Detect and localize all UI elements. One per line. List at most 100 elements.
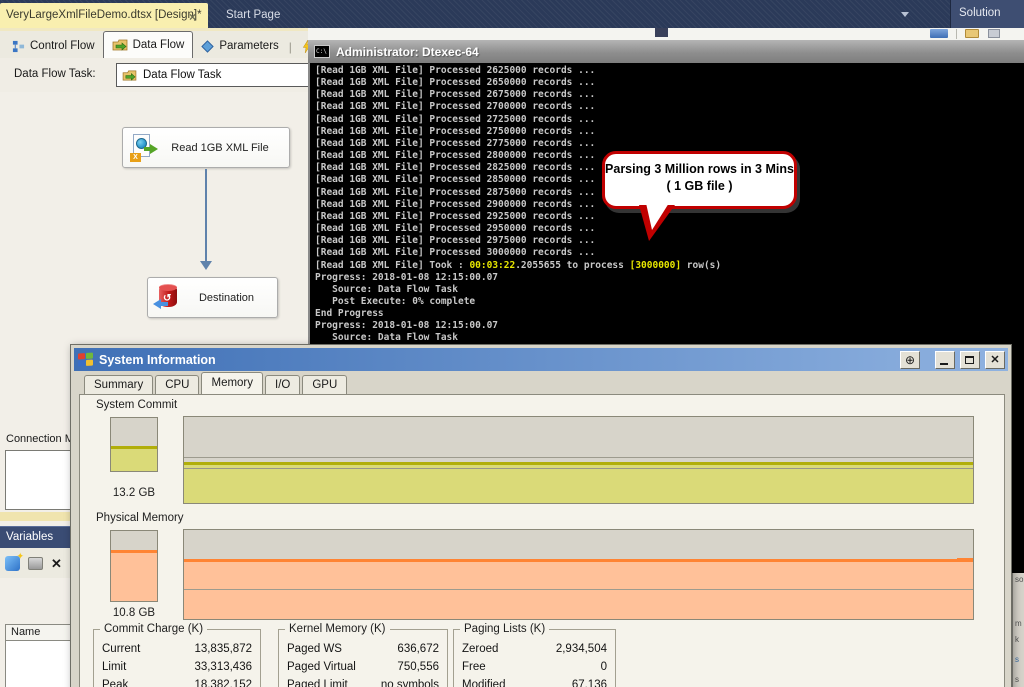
parameters-icon [201, 40, 214, 53]
tab-parameters[interactable]: Parameters [193, 34, 286, 58]
tab-gpu[interactable]: GPU [302, 375, 347, 394]
stat-row: Paged Limitno symbols [287, 676, 439, 687]
group-kernel-memory: Kernel Memory (K) Paged WS636,672 Paged … [278, 629, 448, 687]
data-flow-icon [122, 70, 137, 81]
destination-box-label: Destination [182, 292, 277, 304]
sysinfo-titlebar[interactable]: System Information ⊕ ✕ [74, 348, 1008, 371]
close-button[interactable]: ✕ [985, 351, 1005, 369]
tab-label: Data Flow [133, 39, 185, 51]
tab-cpu[interactable]: CPU [155, 375, 199, 394]
console-line: Post Execute: 0% complete [315, 296, 1024, 308]
variables-toolbar: ✦ ✕ [0, 548, 72, 578]
console-titlebar[interactable]: C:\ Administrator: Dtexec-64 [308, 40, 1024, 63]
doc-tab-start-page[interactable]: Start Page [216, 3, 290, 28]
grid-options-button[interactable] [28, 557, 43, 570]
add-variable-button[interactable]: ✦ [5, 556, 20, 571]
console-line: End Progress [315, 308, 1024, 320]
physical-memory-graph [183, 529, 974, 620]
flow-arrow-head-icon [200, 261, 212, 270]
system-commit-label: System Commit [96, 399, 177, 411]
chevron-down-icon[interactable] [901, 12, 909, 17]
stat-row: Current13,835,872 [102, 640, 252, 658]
console-line: [Read 1GB XML File] Processed 2650000 re… [315, 77, 1024, 89]
stat-row: Limit33,313,436 [102, 658, 252, 676]
screen: VeryLargeXmlFileDemo.dtsx [Design]* × St… [0, 0, 1024, 687]
console-line: [Read 1GB XML File] Took : 00:03:22.2055… [315, 260, 1024, 272]
close-icon[interactable]: × [189, 11, 196, 23]
memory-tab-panel: System Commit 13.2 GB Physical Memory 10… [79, 394, 1005, 687]
database-destination-icon: ↺ [155, 284, 182, 312]
toolbar-separator [956, 29, 957, 39]
callout-line-1: Parsing 3 Million rows in 3 Mins [605, 162, 794, 176]
maximize-button[interactable] [960, 351, 980, 369]
window-icon[interactable] [930, 29, 948, 38]
tab-io[interactable]: I/O [265, 375, 300, 394]
console-line: [Read 1GB XML File] Processed 2675000 re… [315, 89, 1024, 101]
group-commit-charge: Commit Charge (K) Current13,835,872 Limi… [93, 629, 261, 687]
variables-list[interactable] [5, 641, 72, 687]
connection-managers-list[interactable] [5, 450, 72, 510]
toolbar-icon[interactable] [988, 29, 1000, 38]
group-title: Commit Charge (K) [100, 623, 207, 635]
system-information-window: System Information ⊕ ✕ Summary CPU Memor… [70, 344, 1012, 687]
tab-summary[interactable]: Summary [84, 375, 153, 394]
task-row: Data Flow Task: Data Flow Task [0, 58, 308, 92]
console-line: Progress: 2018-01-08 12:15:00.07 [315, 272, 1024, 284]
connection-managers-header: Connection M [6, 433, 72, 445]
delete-variable-button[interactable]: ✕ [51, 557, 62, 570]
text-fragment: s [1015, 655, 1019, 664]
console-line: [Read 1GB XML File] Processed 2725000 re… [315, 114, 1024, 126]
tab-separator: | [289, 40, 292, 54]
destination-box[interactable]: ↺ Destination [147, 277, 278, 318]
console-line: [Read 1GB XML File] Processed 2700000 re… [315, 101, 1024, 113]
tab-label: Control Flow [30, 40, 95, 52]
panel-splitter[interactable] [0, 512, 72, 521]
console-line: Source: Data Flow Task [315, 284, 1024, 296]
windows-flag-icon [78, 352, 94, 367]
system-commit-value: 13.2 GB [100, 487, 168, 499]
tab-memory[interactable]: Memory [201, 372, 263, 394]
sparkle-icon: ✦ [16, 551, 24, 562]
callout-tail-inner [646, 203, 669, 230]
data-flow-task-combo[interactable]: Data Flow Task [116, 63, 316, 87]
combo-fragment [655, 28, 668, 37]
sysinfo-tab-strip: Summary CPU Memory I/O GPU [84, 375, 349, 394]
minimize-icon [940, 363, 948, 365]
group-title: Kernel Memory (K) [285, 623, 390, 635]
doc-tab-active[interactable]: VeryLargeXmlFileDemo.dtsx [Design]* × [0, 3, 208, 28]
folder-icon[interactable] [965, 29, 979, 38]
vs-titlebar: VeryLargeXmlFileDemo.dtsx [Design]* × St… [0, 0, 1024, 28]
background-panel-strip: so m k s s [1012, 573, 1024, 687]
variables-panel-header: Variables [0, 526, 72, 548]
text-fragment: m [1015, 619, 1022, 628]
find-window-button[interactable]: ⊕ [900, 351, 920, 369]
source-box[interactable]: X Read 1GB XML File [122, 127, 290, 168]
callout-line-2: ( 1 GB file ) [605, 179, 794, 193]
data-flow-task-value: Data Flow Task [143, 69, 221, 81]
solution-panel-header[interactable]: Solution [950, 0, 1024, 28]
control-flow-icon [12, 40, 25, 53]
physical-memory-gauge [110, 530, 158, 602]
stat-row: Free0 [462, 658, 607, 676]
console-title: Administrator: Dtexec-64 [336, 45, 479, 59]
stat-row: Zeroed2,934,504 [462, 640, 607, 658]
name-column-header[interactable]: Name [5, 624, 72, 641]
sysinfo-title: System Information [99, 353, 895, 367]
physical-memory-label: Physical Memory [96, 512, 184, 524]
xml-file-icon: X [130, 134, 157, 162]
group-paging-lists: Paging Lists (K) Zeroed2,934,504 Free0 M… [453, 629, 616, 687]
source-box-label: Read 1GB XML File [157, 142, 289, 154]
stat-row: Peak18,382,152 [102, 676, 252, 687]
tab-control-flow[interactable]: Control Flow [4, 34, 103, 58]
flow-arrow [205, 169, 207, 262]
group-title: Paging Lists (K) [460, 623, 549, 635]
maximize-icon [965, 356, 974, 364]
text-fragment: so [1015, 575, 1023, 584]
minimize-button[interactable] [935, 351, 955, 369]
tab-data-flow[interactable]: Data Flow [103, 31, 194, 58]
data-flow-icon [112, 39, 128, 51]
data-flow-task-label: Data Flow Task: [14, 68, 96, 80]
stat-row: Modified67,136 [462, 676, 607, 687]
doc-tab-label: VeryLargeXmlFileDemo.dtsx [Design]* [6, 9, 202, 21]
console-line: Progress: 2018-01-08 12:15:00.07 [315, 320, 1024, 332]
